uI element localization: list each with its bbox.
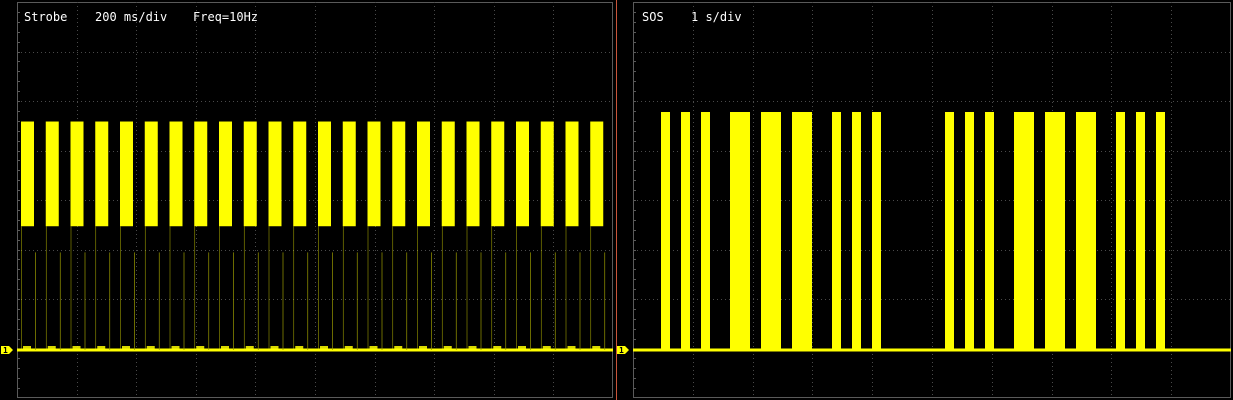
sos-dash-pulse bbox=[1014, 112, 1034, 350]
strobe-pulse bbox=[45, 121, 59, 227]
strobe-pulse-foot bbox=[245, 346, 254, 349]
strobe-pulse bbox=[590, 121, 604, 227]
strobe-pulse bbox=[21, 121, 34, 227]
sos-dot-pulse bbox=[852, 112, 861, 350]
sos-dot-pulse bbox=[985, 112, 994, 350]
strobe-pulse-foot bbox=[97, 346, 106, 349]
strobe-pulse-foot bbox=[72, 346, 81, 349]
strobe-pulse-foot bbox=[542, 346, 551, 349]
sos-dot-pulse bbox=[872, 112, 881, 350]
strobe-marker-label: 1 bbox=[3, 346, 8, 355]
sos-dot-pulse bbox=[832, 112, 841, 350]
strobe-pulse bbox=[243, 121, 257, 227]
sos-dash-pulse bbox=[1045, 112, 1065, 350]
strobe-pulse bbox=[392, 121, 406, 227]
oscilloscope-screen: Strobe 200 ms/div Freq=10Hz 1 SOS 1 s/di… bbox=[0, 0, 1233, 400]
strobe-pulse bbox=[516, 121, 529, 227]
strobe-pulse-foot bbox=[320, 346, 328, 349]
sos-marker-label: 1 bbox=[619, 346, 624, 355]
strobe-timebase: 200 ms/div bbox=[95, 10, 167, 24]
strobe-pulse-foot bbox=[592, 346, 601, 349]
strobe-pulse-foot bbox=[369, 346, 378, 349]
strobe-pulse-foot bbox=[146, 346, 155, 349]
strobe-pulse-foot bbox=[468, 346, 477, 349]
strobe-pulse-foot bbox=[122, 346, 130, 349]
strobe-pulse-foot bbox=[493, 346, 502, 349]
sos-dot-pulse bbox=[701, 112, 710, 350]
sos-dash-pulse bbox=[1076, 112, 1096, 350]
sos-dash-pulse bbox=[761, 112, 781, 350]
sos-dash-pulse bbox=[730, 112, 750, 350]
strobe-pulse bbox=[268, 121, 282, 227]
sos-timebase: 1 s/div bbox=[691, 10, 742, 24]
strobe-pulse-foot bbox=[419, 346, 427, 349]
sos-title: SOS bbox=[642, 10, 664, 24]
strobe-pulse-foot bbox=[171, 346, 180, 349]
strobe-pulse bbox=[70, 121, 84, 227]
strobe-pulse-foot bbox=[23, 346, 31, 349]
strobe-pulse bbox=[565, 121, 579, 227]
strobe-pulse bbox=[120, 121, 133, 227]
strobe-pulse bbox=[293, 121, 307, 227]
strobe-pulse-foot bbox=[221, 346, 229, 349]
sos-dot-pulse bbox=[1116, 112, 1125, 350]
strobe-pulse bbox=[219, 121, 232, 227]
strobe-pulse bbox=[441, 121, 455, 227]
strobe-pulse bbox=[342, 121, 356, 227]
strobe-frequency: Freq=10Hz bbox=[193, 10, 258, 24]
strobe-title: Strobe bbox=[24, 10, 67, 24]
strobe-pulse bbox=[367, 121, 381, 227]
sos-dot-pulse bbox=[661, 112, 670, 350]
strobe-pulse bbox=[169, 121, 183, 227]
strobe-pulse-foot bbox=[567, 346, 576, 349]
strobe-pulse-foot bbox=[344, 346, 353, 349]
strobe-pulse bbox=[194, 121, 208, 227]
strobe-pulse-foot bbox=[270, 346, 279, 349]
strobe-pulse bbox=[144, 121, 158, 227]
strobe-pulse-foot bbox=[518, 346, 526, 349]
sos-dot-pulse bbox=[681, 112, 690, 350]
strobe-pulse-foot bbox=[295, 346, 304, 349]
strobe-pulse bbox=[540, 121, 554, 227]
sos-dot-pulse bbox=[1156, 112, 1165, 350]
strobe-pulse bbox=[491, 121, 505, 227]
strobe-pulse bbox=[318, 121, 331, 227]
sos-dot-pulse bbox=[965, 112, 974, 350]
strobe-pulse bbox=[466, 121, 480, 227]
strobe-pulse-foot bbox=[443, 346, 452, 349]
strobe-pulse-foot bbox=[47, 346, 56, 349]
sos-dot-pulse bbox=[1136, 112, 1145, 350]
strobe-pulse bbox=[417, 121, 430, 227]
sos-dash-pulse bbox=[792, 112, 812, 350]
sos-dot-pulse bbox=[945, 112, 954, 350]
strobe-pulse-foot bbox=[196, 346, 205, 349]
strobe-pulse bbox=[95, 121, 109, 227]
strobe-pulse-foot bbox=[394, 346, 403, 349]
